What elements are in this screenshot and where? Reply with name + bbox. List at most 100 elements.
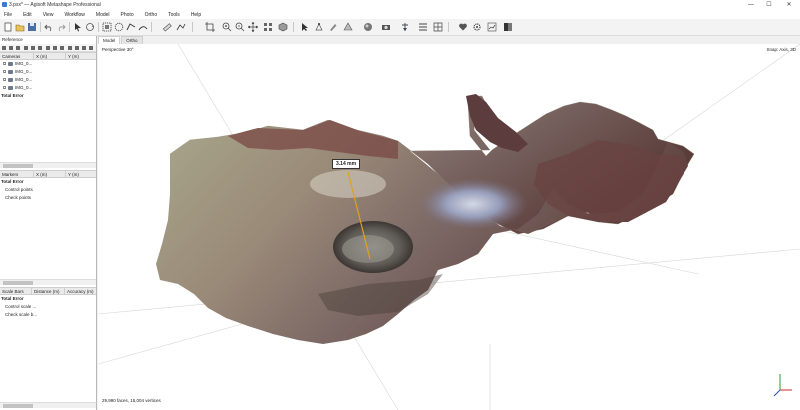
checkbox[interactable] (3, 70, 6, 74)
title-bar: 3.psx* — Agisoft Metashape Professional … (0, 0, 800, 10)
circle-select-icon[interactable] (114, 22, 124, 32)
horizontal-scrollbar[interactable] (0, 279, 96, 285)
scalebars-section: Scale Bars Distance (m) Accuracy (m) Tot… (0, 287, 96, 319)
camera-label: IMG_0... (15, 61, 33, 66)
column-cameras[interactable]: Cameras (0, 53, 34, 59)
toolbar-separator (98, 22, 99, 32)
save-icon[interactable] (27, 22, 37, 32)
snap-label: Snap: Axis, 3D (766, 47, 796, 52)
grid-icon[interactable] (433, 22, 443, 32)
control-points-row[interactable]: Control points (0, 186, 96, 194)
menu-bar: File Edit View Workflow Model Photo Orth… (0, 10, 800, 19)
scrollbar-thumb[interactable] (3, 164, 33, 168)
checkbox[interactable] (3, 78, 6, 82)
viewport-tabs: Model Ortho (98, 36, 144, 44)
rock-spike (466, 94, 528, 152)
horizontal-scrollbar[interactable] (0, 402, 96, 408)
menu-edit[interactable]: Edit (23, 12, 32, 18)
list-icon[interactable] (418, 22, 428, 32)
camera-row[interactable]: IMG_0... (0, 84, 96, 92)
menu-workflow[interactable]: Workflow (64, 12, 84, 18)
horizontal-scrollbar[interactable] (0, 162, 96, 168)
scalebars-total-error: Total Error (1, 296, 24, 301)
tab-model[interactable]: Model (98, 36, 121, 44)
vertex-icon[interactable] (314, 22, 324, 32)
shading-icon[interactable] (503, 22, 513, 32)
measurement-label[interactable]: 3.14 mm (332, 159, 361, 169)
column-y[interactable]: Y (m) (66, 53, 96, 59)
checkbox[interactable] (3, 62, 6, 66)
rectangle-select-icon[interactable] (102, 22, 112, 32)
column-distance[interactable]: Distance (m) (32, 288, 65, 294)
minimize-button[interactable]: — (744, 0, 758, 10)
menu-photo[interactable]: Photo (121, 12, 134, 18)
lasso-icon[interactable] (126, 22, 136, 32)
column-scale-bars[interactable]: Scale Bars (0, 288, 32, 294)
column-y[interactable]: Y (m) (66, 171, 96, 177)
zoom-out-icon[interactable] (235, 22, 245, 32)
toolbar-separator (151, 22, 152, 32)
model-viewport[interactable]: Perspective 30° Snap: Axis, 3D 3.14 mm 2… (98, 44, 800, 410)
polyline-icon[interactable] (176, 22, 186, 32)
maximize-button[interactable]: ☐ (762, 0, 776, 10)
reset-view-icon[interactable] (263, 22, 273, 32)
rotate-icon[interactable] (85, 22, 95, 32)
3d-model-canvas[interactable] (98, 44, 800, 410)
measure-icon[interactable] (162, 22, 172, 32)
menu-tools[interactable]: Tools (168, 12, 180, 18)
column-accuracy[interactable]: Accuracy (m) (65, 288, 96, 294)
chart-icon[interactable] (487, 22, 497, 32)
camera-icon (8, 69, 13, 74)
column-markers[interactable]: Markers (0, 171, 34, 177)
toolbar-separator (69, 22, 70, 32)
app-icon (2, 2, 7, 7)
favorite-icon[interactable] (458, 22, 468, 32)
model-view-icon[interactable] (278, 22, 288, 32)
camera-row[interactable]: IMG_0... (0, 60, 96, 68)
move-icon[interactable] (248, 22, 258, 32)
markers-header: Markers X (m) Y (m) (0, 170, 96, 178)
camera-label: IMG_0... (15, 77, 33, 82)
markers-icon[interactable] (400, 22, 410, 32)
scrollbar-thumb[interactable] (3, 404, 33, 408)
open-icon[interactable] (15, 22, 25, 32)
camera-icon[interactable] (381, 22, 391, 32)
zoom-in-icon[interactable] (222, 22, 232, 32)
column-x[interactable]: X (m) (34, 53, 66, 59)
tab-ortho[interactable]: Ortho (121, 36, 143, 44)
navigation-icon[interactable] (73, 22, 83, 32)
camera-row[interactable]: IMG_0... (0, 68, 96, 76)
camera-row[interactable]: IMG_0... (0, 76, 96, 84)
settings-icon[interactable] (472, 22, 482, 32)
camera-icon (8, 85, 13, 90)
menu-view[interactable]: View (43, 12, 54, 18)
menu-model[interactable]: Model (96, 12, 110, 18)
reference-pane: Reference Cameras X (m) Y (m) IMG_0... I… (0, 36, 97, 410)
menu-help[interactable]: Help (191, 12, 201, 18)
menu-ortho[interactable]: Ortho (145, 12, 158, 18)
check-points-row[interactable]: Check points (0, 194, 96, 202)
cameras-total-error: Total Error (1, 93, 24, 98)
metashape-window: 3.psx* — Agisoft Metashape Professional … (0, 0, 800, 410)
check-scale-row[interactable]: Check scale b... (0, 311, 96, 319)
axis-gizmo (773, 374, 792, 397)
checkbox[interactable] (3, 86, 6, 90)
undo-icon[interactable] (44, 22, 54, 32)
camera-label: IMG_0... (15, 85, 33, 90)
toolbar-separator (40, 22, 41, 32)
ruler-icon[interactable] (138, 22, 148, 32)
mask-icon[interactable] (343, 22, 353, 32)
column-x[interactable]: X (m) (34, 171, 66, 177)
menu-file[interactable]: File (4, 12, 12, 18)
crop-icon[interactable] (205, 22, 215, 32)
redo-icon[interactable] (56, 22, 66, 32)
scrollbar-thumb[interactable] (3, 281, 33, 285)
reference-toolbar (0, 44, 96, 52)
control-scale-row[interactable]: Control scale ... (0, 303, 96, 311)
close-button[interactable]: ✕ (782, 0, 796, 10)
pointer-icon[interactable] (300, 22, 310, 32)
brush-icon[interactable] (328, 22, 338, 32)
new-icon[interactable] (3, 22, 13, 32)
markers-total-error: Total Error (1, 179, 24, 184)
dense-cloud-icon[interactable] (363, 22, 373, 32)
